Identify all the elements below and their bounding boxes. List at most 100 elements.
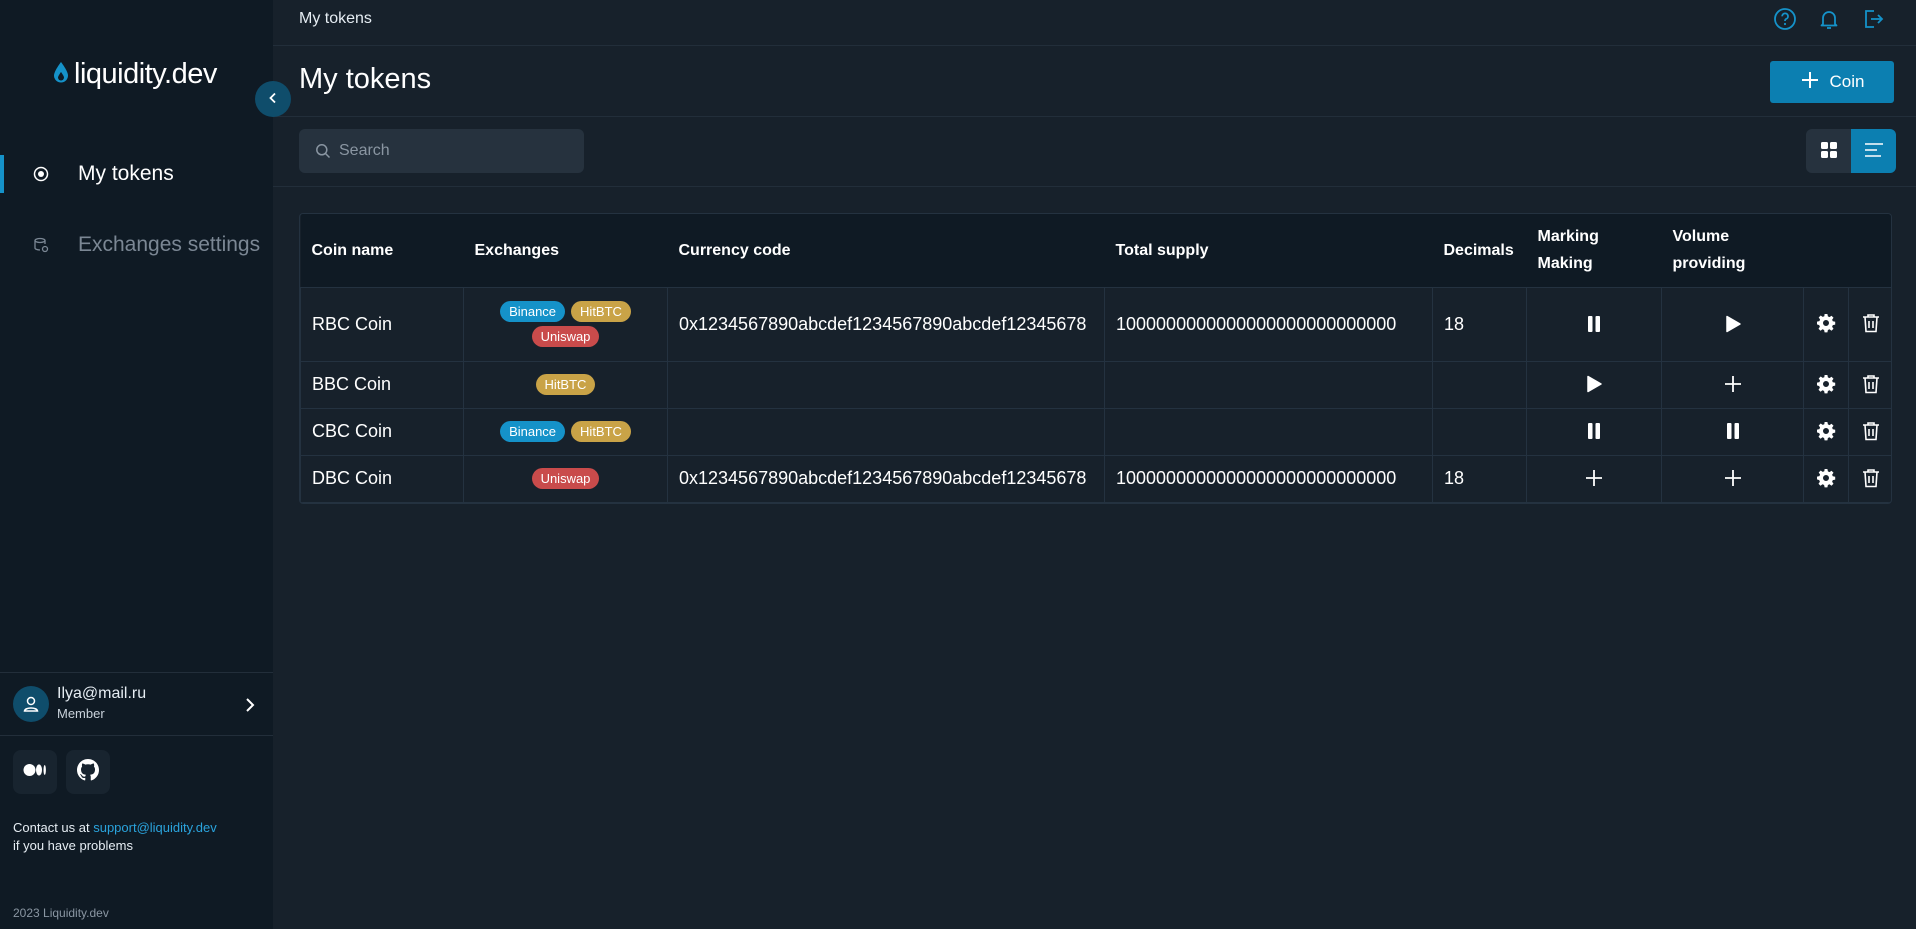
- decimals: 18: [1432, 286, 1527, 362]
- header-line: Volume: [1672, 228, 1730, 246]
- table-row[interactable]: RBC Coin Binance HitBTC Uniswap 0x12345678…: [300, 286, 1891, 362]
- pause-icon[interactable]: [1581, 311, 1607, 337]
- plus-icon[interactable]: [1720, 371, 1746, 397]
- github-button[interactable]: [66, 750, 110, 794]
- gear-icon[interactable]: [1813, 418, 1839, 444]
- drop-icon: [52, 60, 70, 89]
- header-line: providing: [1672, 255, 1746, 273]
- tokens-table: Coin name Exchanges Currency code Total …: [299, 213, 1892, 504]
- exchange-badge-uniswap: Uniswap: [531, 326, 600, 347]
- search-input[interactable]: [339, 129, 574, 173]
- delete-cell: [1848, 360, 1891, 409]
- trash-icon[interactable]: [1858, 418, 1884, 444]
- currency-code: [667, 407, 1105, 456]
- toolbar: [273, 117, 1916, 187]
- logo-text: liquidity.dev: [74, 57, 217, 90]
- chevron-left-icon: [268, 92, 278, 107]
- contact-suffix: if you have problems: [13, 838, 133, 853]
- page-title: My tokens: [299, 63, 432, 95]
- medium-icon: [23, 763, 47, 782]
- delete-cell: [1848, 454, 1891, 503]
- contact-prefix: Contact us at: [13, 820, 94, 835]
- copyright: 2023 Liquidity.dev: [13, 906, 109, 920]
- table-row[interactable]: DBC Coin Uniswap 0x1234567890abcdef12345…: [300, 454, 1891, 503]
- exchanges-cell: Binance HitBTC Uniswap: [463, 286, 668, 362]
- search-box: [299, 129, 584, 173]
- exchanges-cell: Binance HitBTC: [463, 407, 668, 456]
- volume-providing-cell: [1661, 286, 1804, 362]
- column-header-currency-code[interactable]: Currency code: [668, 214, 1105, 287]
- total-supply: 1000000000000000000000000000: [1104, 286, 1433, 362]
- pause-icon[interactable]: [1581, 418, 1607, 444]
- column-header-volume-providing[interactable]: Volume providing: [1662, 214, 1804, 287]
- column-header-delete: [1849, 214, 1892, 287]
- gear-icon[interactable]: [1813, 310, 1839, 336]
- decimals: [1432, 360, 1527, 409]
- settings-cell: [1803, 454, 1849, 503]
- collapse-sidebar-button[interactable]: [255, 81, 291, 117]
- settings-cell: [1803, 286, 1849, 362]
- coin-name: BBC Coin: [300, 360, 464, 409]
- medium-button[interactable]: [13, 750, 57, 794]
- avatar: [13, 686, 49, 722]
- table-row[interactable]: CBC Coin Binance HitBTC: [300, 407, 1891, 456]
- decimals: [1432, 407, 1527, 456]
- total-supply: [1104, 360, 1433, 409]
- play-icon[interactable]: [1581, 371, 1607, 397]
- trash-icon[interactable]: [1858, 371, 1884, 397]
- column-header-decimals[interactable]: Decimals: [1433, 214, 1527, 287]
- page-header: My tokens Coin: [273, 46, 1916, 117]
- decimals: 18: [1432, 454, 1527, 503]
- exchange-badge-binance: Binance: [500, 421, 566, 442]
- exchange-badge-hitbtc: HitBTC: [571, 301, 631, 322]
- exchange-badge-binance: Binance: [500, 301, 566, 322]
- grid-icon: [1820, 141, 1838, 162]
- column-header-coin-name[interactable]: Coin name: [301, 214, 464, 287]
- currency-code: 0x1234567890abcdef1234567890abcdef123456…: [667, 286, 1105, 362]
- volume-providing-cell: [1661, 360, 1804, 409]
- table-row[interactable]: BBC Coin HitBTC: [300, 360, 1891, 409]
- market-making-cell: [1526, 286, 1662, 362]
- add-coin-label: Coin: [1829, 72, 1865, 91]
- bell-icon[interactable]: [1817, 7, 1841, 31]
- coin-name: RBC Coin: [300, 286, 464, 362]
- sidebar-item-exchanges-settings[interactable]: Exchanges settings: [0, 226, 273, 264]
- chevron-right-icon: [245, 697, 255, 718]
- volume-providing-cell: [1661, 407, 1804, 456]
- sidebar-item-my-tokens[interactable]: My tokens: [0, 155, 273, 193]
- user-email: Ilya@mail.ru: [57, 685, 147, 702]
- market-making-cell: [1526, 454, 1662, 503]
- market-making-cell: [1526, 407, 1662, 456]
- header-line: Marking: [1537, 228, 1599, 246]
- help-icon[interactable]: [1773, 7, 1797, 31]
- add-coin-button[interactable]: Coin: [1770, 61, 1894, 103]
- column-header-market-making[interactable]: Marking Making: [1527, 214, 1662, 287]
- logout-icon[interactable]: [1861, 7, 1885, 31]
- coin-name: DBC Coin: [300, 454, 464, 503]
- exchange-badge-hitbtc: HitBTC: [535, 374, 596, 395]
- pause-icon[interactable]: [1720, 418, 1746, 444]
- total-supply: [1104, 407, 1433, 456]
- user-profile[interactable]: Ilya@mail.ru Member: [0, 672, 273, 736]
- gear-icon[interactable]: [1813, 371, 1839, 397]
- column-header-exchanges[interactable]: Exchanges: [464, 214, 668, 287]
- settings-cell: [1803, 360, 1849, 409]
- gear-icon[interactable]: [1813, 465, 1839, 491]
- delete-cell: [1848, 286, 1891, 362]
- volume-providing-cell: [1661, 454, 1804, 503]
- plus-icon[interactable]: [1720, 465, 1746, 491]
- play-icon[interactable]: [1720, 311, 1746, 337]
- exchanges-cell: HitBTC: [463, 360, 668, 409]
- trash-icon[interactable]: [1858, 465, 1884, 491]
- support-email-link[interactable]: support@liquidity.dev: [93, 820, 217, 835]
- grid-view-button[interactable]: [1806, 129, 1851, 173]
- trash-icon[interactable]: [1858, 310, 1884, 336]
- column-header-total-supply[interactable]: Total supply: [1105, 214, 1433, 287]
- view-toggle: [1806, 129, 1896, 173]
- list-view-button[interactable]: [1851, 129, 1896, 173]
- settings-cell: [1803, 407, 1849, 456]
- plus-icon[interactable]: [1581, 465, 1607, 491]
- search-icon: [315, 143, 331, 164]
- github-icon: [77, 758, 99, 786]
- logo[interactable]: liquidity.dev: [52, 54, 217, 94]
